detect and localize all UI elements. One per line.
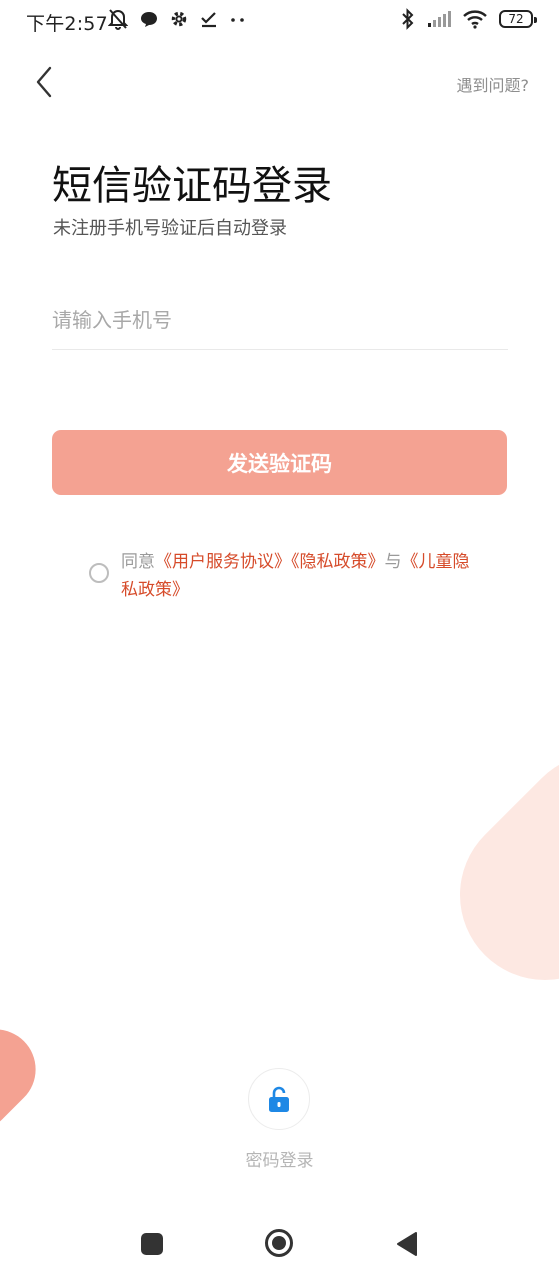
mute-bell-icon	[108, 9, 128, 30]
page-title: 短信验证码登录	[52, 163, 332, 209]
agreement-conjunction: 与	[384, 552, 402, 572]
send-code-button[interactable]: 发送验证码	[52, 430, 507, 495]
password-login-button[interactable]	[248, 1068, 310, 1130]
agreement-radio[interactable]	[89, 563, 109, 583]
recent-apps-button[interactable]	[141, 1233, 163, 1255]
agreement-prefix: 同意	[121, 552, 155, 572]
status-icons-right: 72	[401, 8, 537, 30]
decorative-blob-left	[0, 1012, 53, 1148]
agreement-text: 同意《用户服务协议》《隐私政策》与《儿童隐私政策》	[121, 548, 471, 604]
checkmark-icon	[201, 12, 216, 28]
back-chevron-icon[interactable]	[28, 62, 64, 102]
more-dots-icon	[231, 18, 244, 22]
signal-icon	[428, 11, 451, 27]
home-button[interactable]	[264, 1228, 294, 1258]
page-subtitle: 未注册手机号验证后自动登录	[53, 218, 287, 239]
privacy-policy-link[interactable]: 《隐私政策》	[291, 552, 385, 572]
decorative-blob-right	[424, 718, 559, 1016]
status-bar: 下午2:57 72	[0, 0, 559, 44]
bluetooth-icon	[402, 8, 414, 30]
user-agreement-link[interactable]: 《用户服务协议》	[155, 552, 291, 572]
phone-number-input[interactable]	[52, 290, 508, 350]
unlock-icon	[269, 1086, 289, 1112]
wifi-icon	[463, 10, 487, 29]
status-icons-left	[108, 8, 246, 30]
status-time: 下午2:57	[26, 13, 108, 35]
battery-level: 72	[508, 12, 524, 26]
battery-icon: 72	[499, 10, 537, 28]
back-nav-button[interactable]	[395, 1231, 419, 1257]
help-link[interactable]: 遇到问题?	[457, 72, 530, 96]
settings-gear-icon	[171, 11, 187, 27]
password-login-label[interactable]: 密码登录	[0, 1146, 559, 1171]
chat-bubble-icon	[141, 12, 157, 27]
